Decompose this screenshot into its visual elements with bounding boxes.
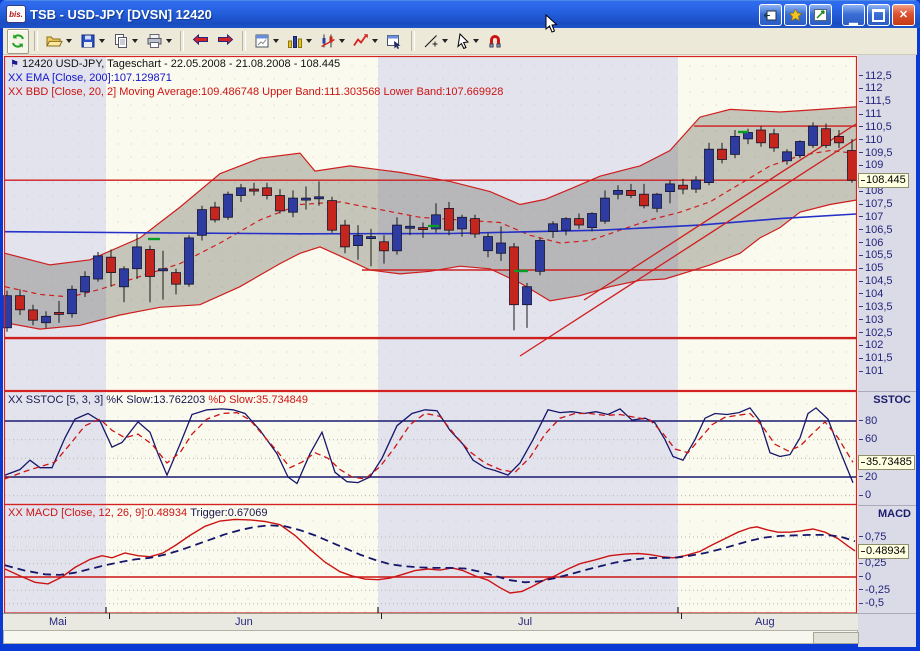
toolbar-separator: [180, 31, 184, 51]
dropdown-arrow-icon[interactable]: [99, 39, 105, 43]
price-axis[interactable]: SSTOC MACD 112,5112111,5111110,5110109,5…: [858, 55, 916, 647]
title-bar[interactable]: bis. TSB - USD-JPY [DVSN] 12420 ▁✕: [0, 0, 920, 28]
sstoc-axis-header: SSTOC: [873, 394, 911, 406]
toolbar: [3, 28, 917, 55]
app-icon: bis.: [6, 5, 26, 23]
toolbar-button-open[interactable]: [43, 29, 75, 54]
app-window: bis. TSB - USD-JPY [DVSN] 12420 ▁✕ ⚑1242…: [0, 0, 920, 651]
dropdown-arrow-icon[interactable]: [372, 39, 378, 43]
sstoc-axis-tick: 80: [859, 415, 877, 427]
horizontal-scrollbar[interactable]: [3, 630, 858, 644]
month-label-mai: Mai: [49, 616, 67, 628]
price-axis-tick: 109,5: [859, 147, 893, 159]
dropdown-arrow-icon[interactable]: [473, 39, 479, 43]
dropdown-arrow-icon[interactable]: [166, 39, 172, 43]
sstoc-current-box: 35.73485: [858, 455, 915, 470]
current-price-box: 108.445: [858, 173, 909, 188]
toolbar-button-copy[interactable]: [110, 29, 141, 54]
axis-separator: [858, 613, 916, 614]
toolbar-button-properties[interactable]: [383, 29, 406, 54]
price-axis-tick: 101: [859, 365, 883, 377]
toolbar-button-print[interactable]: [143, 29, 175, 54]
toolbar-button-save[interactable]: [77, 29, 108, 54]
minimize-button[interactable]: ▁: [842, 4, 865, 26]
macd-axis-tick: 0,75: [859, 531, 886, 543]
sstoc-axis-tick: 0: [859, 489, 871, 501]
price-axis-tick: 111,5: [859, 95, 891, 107]
macd-axis-tick: 0,25: [859, 557, 886, 569]
toolbar-separator: [411, 31, 415, 51]
close-button[interactable]: ✕: [892, 4, 915, 26]
sstoc-axis-tick: 20: [859, 471, 877, 483]
toolbar-button-magnet[interactable]: [484, 29, 506, 54]
price-axis-tick: 102,5: [859, 327, 893, 339]
price-axis-tick: 101,5: [859, 352, 893, 364]
toolbar-button-indicators[interactable]: [317, 29, 348, 54]
macd-axis-header: MACD: [878, 508, 911, 520]
price-axis-tick: 106: [859, 237, 883, 249]
price-axis-tick: 110,5: [859, 121, 892, 133]
price-axis-tick: 102: [859, 339, 883, 351]
price-axis-tick: 105,5: [859, 249, 893, 261]
price-axis-tick: 112: [859, 82, 883, 94]
favorites-button[interactable]: [784, 4, 807, 26]
toolbar-separator: [242, 31, 246, 51]
maximize-button[interactable]: [867, 4, 890, 26]
price-axis-tick: 106,5: [859, 224, 893, 236]
dropdown-arrow-icon[interactable]: [442, 39, 448, 43]
dropdown-arrow-icon[interactable]: [132, 39, 138, 43]
toolbar-button-chart-type[interactable]: [284, 29, 315, 54]
dropdown-arrow-icon[interactable]: [66, 39, 72, 43]
edit-chart-button[interactable]: [809, 4, 832, 26]
sstoc-axis-tick: 60: [859, 433, 877, 445]
price-axis-tick: 107,5: [859, 198, 893, 210]
window-title: TSB - USD-JPY [DVSN] 12420: [30, 7, 212, 22]
month-label-jul: Jul: [518, 616, 532, 628]
toolbar-button-forward[interactable]: [214, 29, 237, 54]
scrollbar-thumb[interactable]: [813, 632, 859, 644]
toolbar-button-draw-line[interactable]: [420, 29, 451, 54]
axis-separator: [858, 391, 916, 392]
price-axis-tick: 103,5: [859, 301, 893, 313]
dock-window-button[interactable]: [759, 4, 782, 26]
dropdown-arrow-icon[interactable]: [273, 39, 279, 43]
macd-axis-tick: -0,25: [859, 584, 890, 596]
titlebar-buttons: ▁✕: [759, 4, 915, 26]
month-label-aug: Aug: [755, 616, 775, 628]
toolbar-button-signals[interactable]: [350, 29, 381, 54]
price-axis-tick: 105: [859, 262, 883, 274]
price-axis-tick: 104: [859, 288, 883, 300]
toolbar-button-refresh[interactable]: [7, 29, 29, 54]
toolbar-button-new-chart[interactable]: [251, 29, 282, 54]
price-axis-tick: 109: [859, 159, 883, 171]
toolbar-button-back[interactable]: [189, 29, 212, 54]
month-tick: [681, 613, 682, 619]
price-axis-tick: 110: [859, 134, 883, 146]
macd-current-box: 0.48934: [858, 544, 909, 559]
dropdown-arrow-icon[interactable]: [306, 39, 312, 43]
price-axis-tick: 107: [859, 211, 883, 223]
toolbar-button-cursor-tool[interactable]: [453, 29, 482, 54]
toolbar-separator: [34, 31, 38, 51]
macd-axis-tick: 0: [859, 571, 871, 583]
dropdown-arrow-icon[interactable]: [339, 39, 345, 43]
time-axis[interactable]: Mai Jun Jul Aug: [3, 613, 858, 631]
price-axis-tick: 103: [859, 314, 883, 326]
month-tick: [381, 613, 382, 619]
price-axis-tick: 111: [859, 108, 882, 120]
price-axis-tick: 104,5: [859, 275, 893, 287]
macd-axis-tick: -0,5: [859, 597, 884, 609]
month-label-jun: Jun: [235, 616, 253, 628]
month-tick: [109, 613, 110, 619]
price-axis-tick: 112,5: [859, 70, 892, 82]
axis-separator: [858, 505, 916, 506]
chart-graphics: [3, 55, 858, 613]
